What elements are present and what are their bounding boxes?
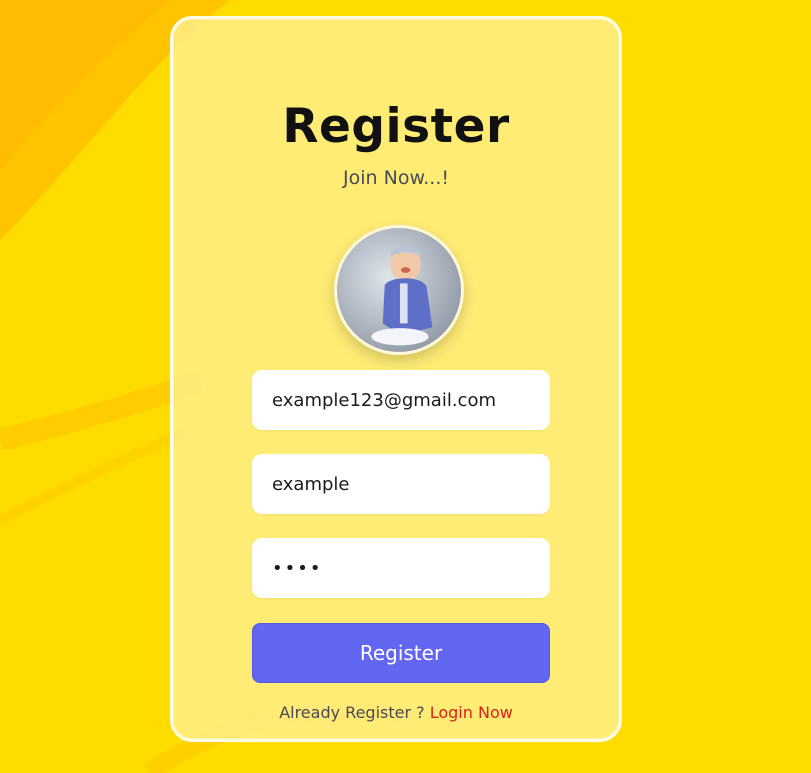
avatar-photo [337, 228, 461, 352]
avatar-icon[interactable] [334, 225, 464, 355]
register-button[interactable]: Register [252, 623, 550, 683]
login-prompt: Already Register ? Login Now [173, 703, 619, 722]
register-card: Register Join Now...! Register Already R… [170, 16, 622, 742]
subtitle: Join Now...! [343, 167, 449, 189]
username-field[interactable] [252, 454, 550, 514]
email-field[interactable] [252, 370, 550, 430]
page-title: Register [282, 99, 510, 154]
login-link[interactable]: Login Now [430, 703, 513, 722]
footer-text: Already Register ? [279, 703, 425, 722]
password-field[interactable] [252, 538, 550, 598]
